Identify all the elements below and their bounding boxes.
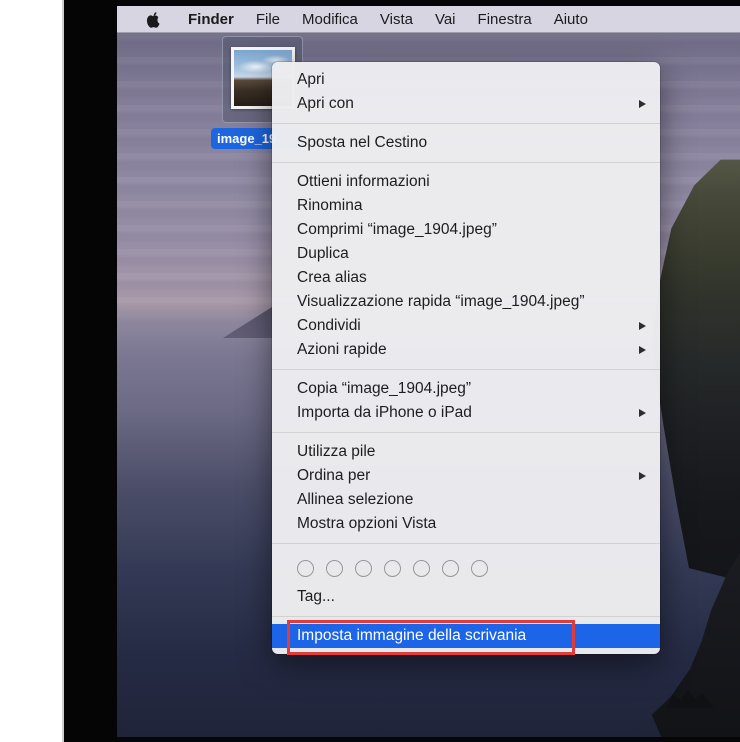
menu-item-mostra-opzioni-vista[interactable]: Mostra opzioni Vista — [272, 512, 660, 536]
menu-item-utilizza-pile[interactable]: Utilizza pile — [272, 440, 660, 464]
menu-separator — [272, 155, 660, 170]
menu-item-duplica[interactable]: Duplica — [272, 242, 660, 266]
menu-item-ottieni-informazioni[interactable]: Ottieni informazioni — [272, 170, 660, 194]
menu-item-apri-con[interactable]: Apri con — [272, 92, 660, 116]
menu-item-label: Visualizzazione rapida “image_1904.jpeg” — [297, 293, 585, 310]
menu-item-copia[interactable]: Copia “image_1904.jpeg” — [272, 377, 660, 401]
menubar-item-finestra[interactable]: Finestra — [467, 11, 543, 28]
tag-color-circle[interactable] — [442, 559, 459, 577]
menu-item-label: Comprimi “image_1904.jpeg” — [297, 221, 497, 238]
menubar-item-file[interactable]: File — [245, 11, 291, 28]
menubar-item-vista[interactable]: Vista — [369, 11, 424, 28]
menu-item-label: Copia “image_1904.jpeg” — [297, 380, 472, 397]
menu-item-label: Rinomina — [297, 197, 363, 214]
menu-item-label: Tag... — [297, 588, 335, 605]
tag-color-circle[interactable] — [355, 559, 372, 577]
menubar-item-vai[interactable]: Vai — [424, 11, 467, 28]
submenu-arrow-icon — [639, 99, 646, 108]
menu-item-comprimi[interactable]: Comprimi “image_1904.jpeg” — [272, 218, 660, 242]
menu-item-apri[interactable]: Apri — [272, 68, 660, 92]
submenu-arrow-icon — [639, 321, 646, 330]
menu-item-label: Ordina per — [297, 467, 371, 484]
menu-item-tag[interactable]: Tag... — [272, 585, 660, 609]
menu-item-label: Duplica — [297, 245, 349, 262]
menu-separator — [272, 362, 660, 377]
menu-item-visualizzazione-rapida[interactable]: Visualizzazione rapida “image_1904.jpeg” — [272, 290, 660, 314]
tag-color-circle[interactable] — [326, 559, 343, 577]
menu-item-label: Sposta nel Cestino — [297, 134, 428, 151]
submenu-arrow-icon — [639, 408, 646, 417]
menu-item-label: Utilizza pile — [297, 443, 376, 460]
menu-item-label: Importa da iPhone o iPad — [297, 404, 472, 421]
menu-separator — [272, 536, 660, 551]
menubar-item-modifica[interactable]: Modifica — [291, 11, 369, 28]
menu-item-rinomina[interactable]: Rinomina — [272, 194, 660, 218]
menu-item-sposta-nel-cestino[interactable]: Sposta nel Cestino — [272, 131, 660, 155]
menu-item-label: Condividi — [297, 317, 361, 334]
menu-item-condividi[interactable]: Condividi — [272, 314, 660, 338]
menu-item-label: Imposta immagine della scrivania — [297, 627, 527, 644]
menu-bar: Finder File Modifica Vista Vai Finestra … — [117, 6, 740, 33]
tag-color-circle[interactable] — [384, 559, 401, 577]
menu-separator — [272, 116, 660, 131]
menu-item-allinea-selezione[interactable]: Allinea selezione — [272, 488, 660, 512]
menu-item-label: Allinea selezione — [297, 491, 414, 508]
menubar-item-finder[interactable]: Finder — [177, 11, 245, 28]
apple-logo-glyph — [146, 11, 160, 28]
context-menu: Apri Apri con Sposta nel Cestino Ottieni… — [272, 62, 660, 654]
menu-item-ordina-per[interactable]: Ordina per — [272, 464, 660, 488]
menu-separator — [272, 609, 660, 624]
tag-color-circle[interactable] — [297, 559, 314, 577]
apple-menu-icon[interactable] — [145, 10, 161, 28]
menu-item-crea-alias[interactable]: Crea alias — [272, 266, 660, 290]
menu-item-importa-da-iphone-o-ipad[interactable]: Importa da iPhone o iPad — [272, 401, 660, 425]
submenu-arrow-icon — [639, 345, 646, 354]
file-name-text: image_19 — [217, 131, 277, 146]
menu-item-label: Mostra opzioni Vista — [297, 515, 437, 532]
menu-item-label: Crea alias — [297, 269, 367, 286]
menu-item-label: Apri — [297, 71, 325, 88]
submenu-arrow-icon — [639, 471, 646, 480]
mac-screen: Finder File Modifica Vista Vai Finestra … — [117, 0, 740, 742]
menu-separator — [272, 425, 660, 440]
display-bottom-bezel — [117, 737, 740, 742]
menu-item-label: Apri con — [297, 95, 354, 112]
menu-item-azioni-rapide[interactable]: Azioni rapide — [272, 338, 660, 362]
menubar-item-aiuto[interactable]: Aiuto — [543, 11, 599, 28]
menu-item-label: Azioni rapide — [297, 341, 387, 358]
display-bezel — [64, 0, 117, 742]
tag-color-circle[interactable] — [413, 559, 430, 577]
menu-item-label: Ottieni informazioni — [297, 173, 430, 190]
menu-item-imposta-immagine-della-scrivania[interactable]: Imposta immagine della scrivania — [272, 624, 660, 648]
tag-colors-row — [272, 551, 660, 585]
tag-color-circle[interactable] — [471, 559, 488, 577]
